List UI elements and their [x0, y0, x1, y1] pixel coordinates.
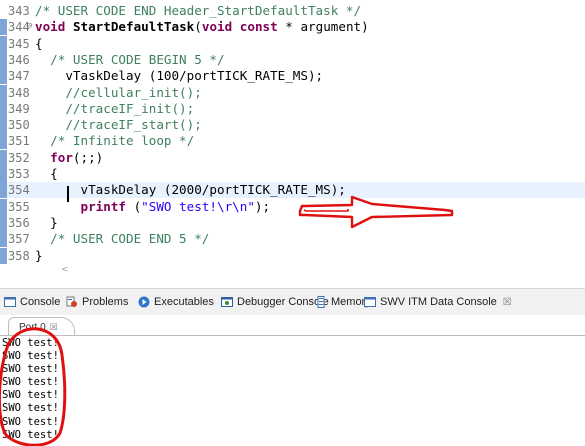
red-circle-annotation — [0, 327, 67, 446]
view-tab-label: SWV ITM Data Console — [380, 296, 497, 308]
view-tab-console[interactable]: Console — [4, 294, 60, 310]
view-tab-label: Problems — [82, 296, 129, 308]
swv-itm-console-panel: Port 0 ☒ SWO test! SWO test! SWO test! SWO t… — [0, 315, 585, 446]
red-arrow-annotation — [298, 195, 454, 229]
view-tab-debugger-console[interactable]: Debugger Console — [221, 294, 329, 310]
close-icon[interactable]: ☒ — [503, 297, 512, 308]
memory-icon — [315, 296, 331, 308]
view-tab-bar: Console Problems Executables Debugger Conso… — [0, 288, 585, 316]
code-editor[interactable]: 343/* USER CODE END Header_StartDefaultT… — [0, 0, 585, 278]
view-tab-problems[interactable]: Problems — [66, 294, 128, 310]
console-icon — [4, 296, 20, 308]
view-tab-label: Console — [20, 296, 61, 308]
view-tab-memory[interactable]: Memory — [315, 294, 371, 310]
view-tab-executables[interactable]: Executables — [138, 294, 214, 310]
view-tab-swv-itm-data-console[interactable]: SWV ITM Data Console ☒ — [364, 294, 512, 310]
view-tab-label: Executables — [154, 296, 214, 308]
swv-console-icon — [364, 296, 380, 308]
problems-icon — [66, 296, 82, 308]
debugger-console-icon — [221, 296, 237, 308]
executables-icon — [138, 296, 154, 308]
